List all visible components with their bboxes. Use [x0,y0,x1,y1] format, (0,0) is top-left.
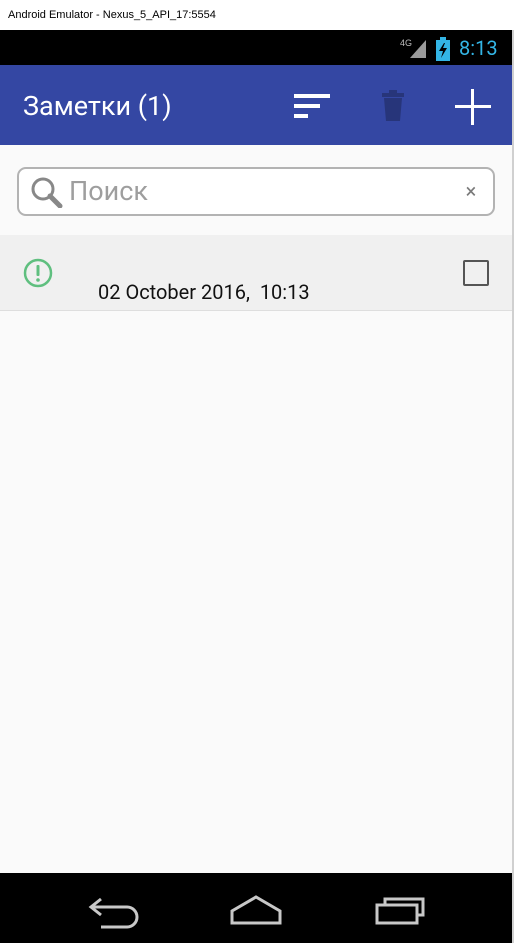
plus-icon [455,89,491,125]
search-box: × [17,167,495,216]
delete-button[interactable] [371,85,415,129]
add-note-button[interactable] [451,85,495,129]
search-input[interactable] [69,173,449,209]
window-title: Android Emulator - Nexus_5_API_17:5554 [8,9,216,21]
notes-list: 02 October 2016, 10:13 [0,235,514,311]
home-icon [230,895,282,925]
note-list-item[interactable]: 02 October 2016, 10:13 [0,235,514,311]
emulator-window: Android Emulator - Nexus_5_API_17:5554 4… [0,0,514,943]
clear-search-button[interactable]: × [464,179,478,203]
sort-button[interactable] [291,85,335,129]
signal-icon: 4G [400,38,426,58]
note-date: 02 October 2016, 10:13 [98,280,310,304]
window-title-bar[interactable]: Android Emulator - Nexus_5_API_17:5554 [0,0,514,30]
network-type: 4G [400,38,412,48]
app-bar: Заметки (1) [0,65,514,145]
battery-icon [436,37,450,61]
note-checkbox[interactable] [463,260,489,286]
back-icon [88,897,139,929]
trash-icon [382,90,404,121]
recent-apps-button[interactable] [373,889,427,929]
main-content: × 02 October 2016, 10:13 [0,145,514,873]
page-title: Заметки (1) [23,90,172,122]
recent-apps-icon [375,897,425,925]
back-button[interactable] [87,889,141,929]
search-icon [31,177,63,208]
clock: 8:13 [459,36,498,60]
alert-circle-icon [23,258,53,288]
navigation-bar [0,873,514,943]
sort-icon [294,94,330,118]
home-button[interactable] [228,889,284,929]
status-bar: 4G 8:13 [0,30,514,65]
